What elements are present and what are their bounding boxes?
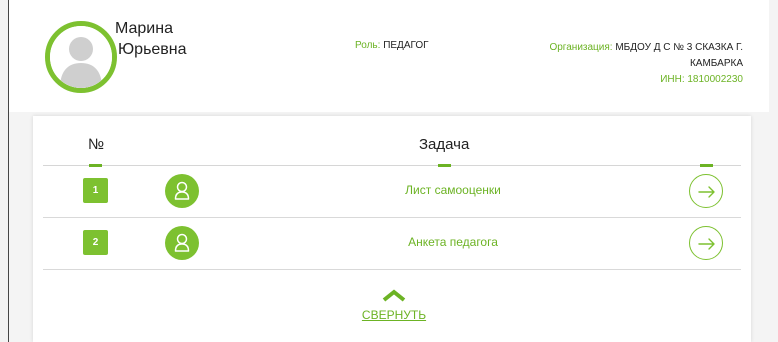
table-row[interactable]: 2 Анкета педагога bbox=[43, 218, 741, 270]
open-task-button[interactable] bbox=[689, 226, 723, 260]
task-title[interactable]: Анкета педагога bbox=[363, 235, 543, 249]
tasks-card: № Задача 1 Лист самооценки 2 Анкета педа… bbox=[33, 116, 751, 342]
arrow-right-icon bbox=[698, 186, 715, 198]
profile-header: Марина Юрьевна Роль: ПЕДАГОГ Организация… bbox=[9, 0, 769, 112]
role-value: ПЕДАГОГ bbox=[383, 40, 429, 51]
arrow-right-icon bbox=[698, 238, 715, 250]
table-row[interactable]: 1 Лист самооценки bbox=[43, 166, 741, 218]
collapse-link[interactable]: СВЕРНУТЬ bbox=[351, 308, 437, 322]
task-title[interactable]: Лист самооценки bbox=[363, 183, 543, 197]
user-role: Роль: ПЕДАГОГ bbox=[355, 40, 429, 51]
org-value: МБДОУ Д С № 3 СКАЗКА Г. КАМБАРКА bbox=[615, 42, 743, 69]
user-middle-name: Юрьевна bbox=[118, 41, 187, 58]
column-header-number: № bbox=[88, 136, 105, 153]
role-label: Роль: bbox=[355, 40, 381, 51]
row-number-badge: 1 bbox=[83, 178, 108, 203]
user-organization: Организация: МБДОУ Д С № 3 СКАЗКА Г. КАМ… bbox=[513, 40, 743, 88]
user-first-name: Марина bbox=[115, 20, 173, 37]
chevron-up-icon[interactable] bbox=[382, 288, 406, 302]
row-number-badge: 2 bbox=[83, 230, 108, 255]
user-name: Марина Юрьевна bbox=[115, 18, 187, 60]
avatar bbox=[45, 21, 117, 93]
open-task-button[interactable] bbox=[689, 174, 723, 208]
person-silhouette-icon bbox=[50, 26, 112, 88]
column-header-task: Задача bbox=[419, 136, 470, 153]
org-label: Организация: bbox=[549, 42, 613, 53]
user-icon bbox=[165, 174, 199, 208]
org-inn: ИНН: 1810002230 bbox=[660, 74, 743, 85]
user-icon bbox=[165, 226, 199, 260]
